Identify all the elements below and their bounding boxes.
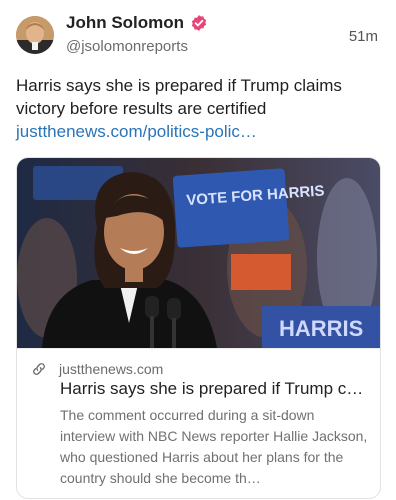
post[interactable]: John Solomon @jsolomonreports 51m Harris… bbox=[0, 0, 396, 500]
card-title[interactable]: Harris says she is prepared if Trump c… bbox=[60, 379, 372, 399]
sign-text-2: HARRIS bbox=[279, 316, 363, 341]
author-handle[interactable]: @jsolomonreports bbox=[66, 38, 188, 55]
post-text: Harris says she is prepared if Trump cla… bbox=[16, 74, 380, 143]
author-avatar[interactable] bbox=[16, 16, 54, 54]
post-body: Harris says she is prepared if Trump cla… bbox=[16, 76, 342, 118]
link-preview-card[interactable]: VOTE FOR HARRIS HARRIS justthenews.com H… bbox=[16, 157, 381, 499]
card-description: The comment occurred during a sit-down i… bbox=[60, 407, 368, 486]
author-name[interactable]: John Solomon bbox=[66, 13, 184, 33]
card-body[interactable]: justthenews.com Harris says she is prepa… bbox=[17, 348, 380, 486]
avatar-image bbox=[16, 16, 54, 54]
card-image: VOTE FOR HARRIS HARRIS bbox=[17, 158, 380, 348]
verified-badge-icon bbox=[191, 15, 207, 31]
link-icon bbox=[33, 363, 45, 375]
post-link[interactable]: justthenews.com/politics-polic… bbox=[16, 120, 380, 143]
post-timestamp[interactable]: 51m bbox=[349, 28, 378, 45]
card-domain: justthenews.com bbox=[59, 361, 164, 377]
